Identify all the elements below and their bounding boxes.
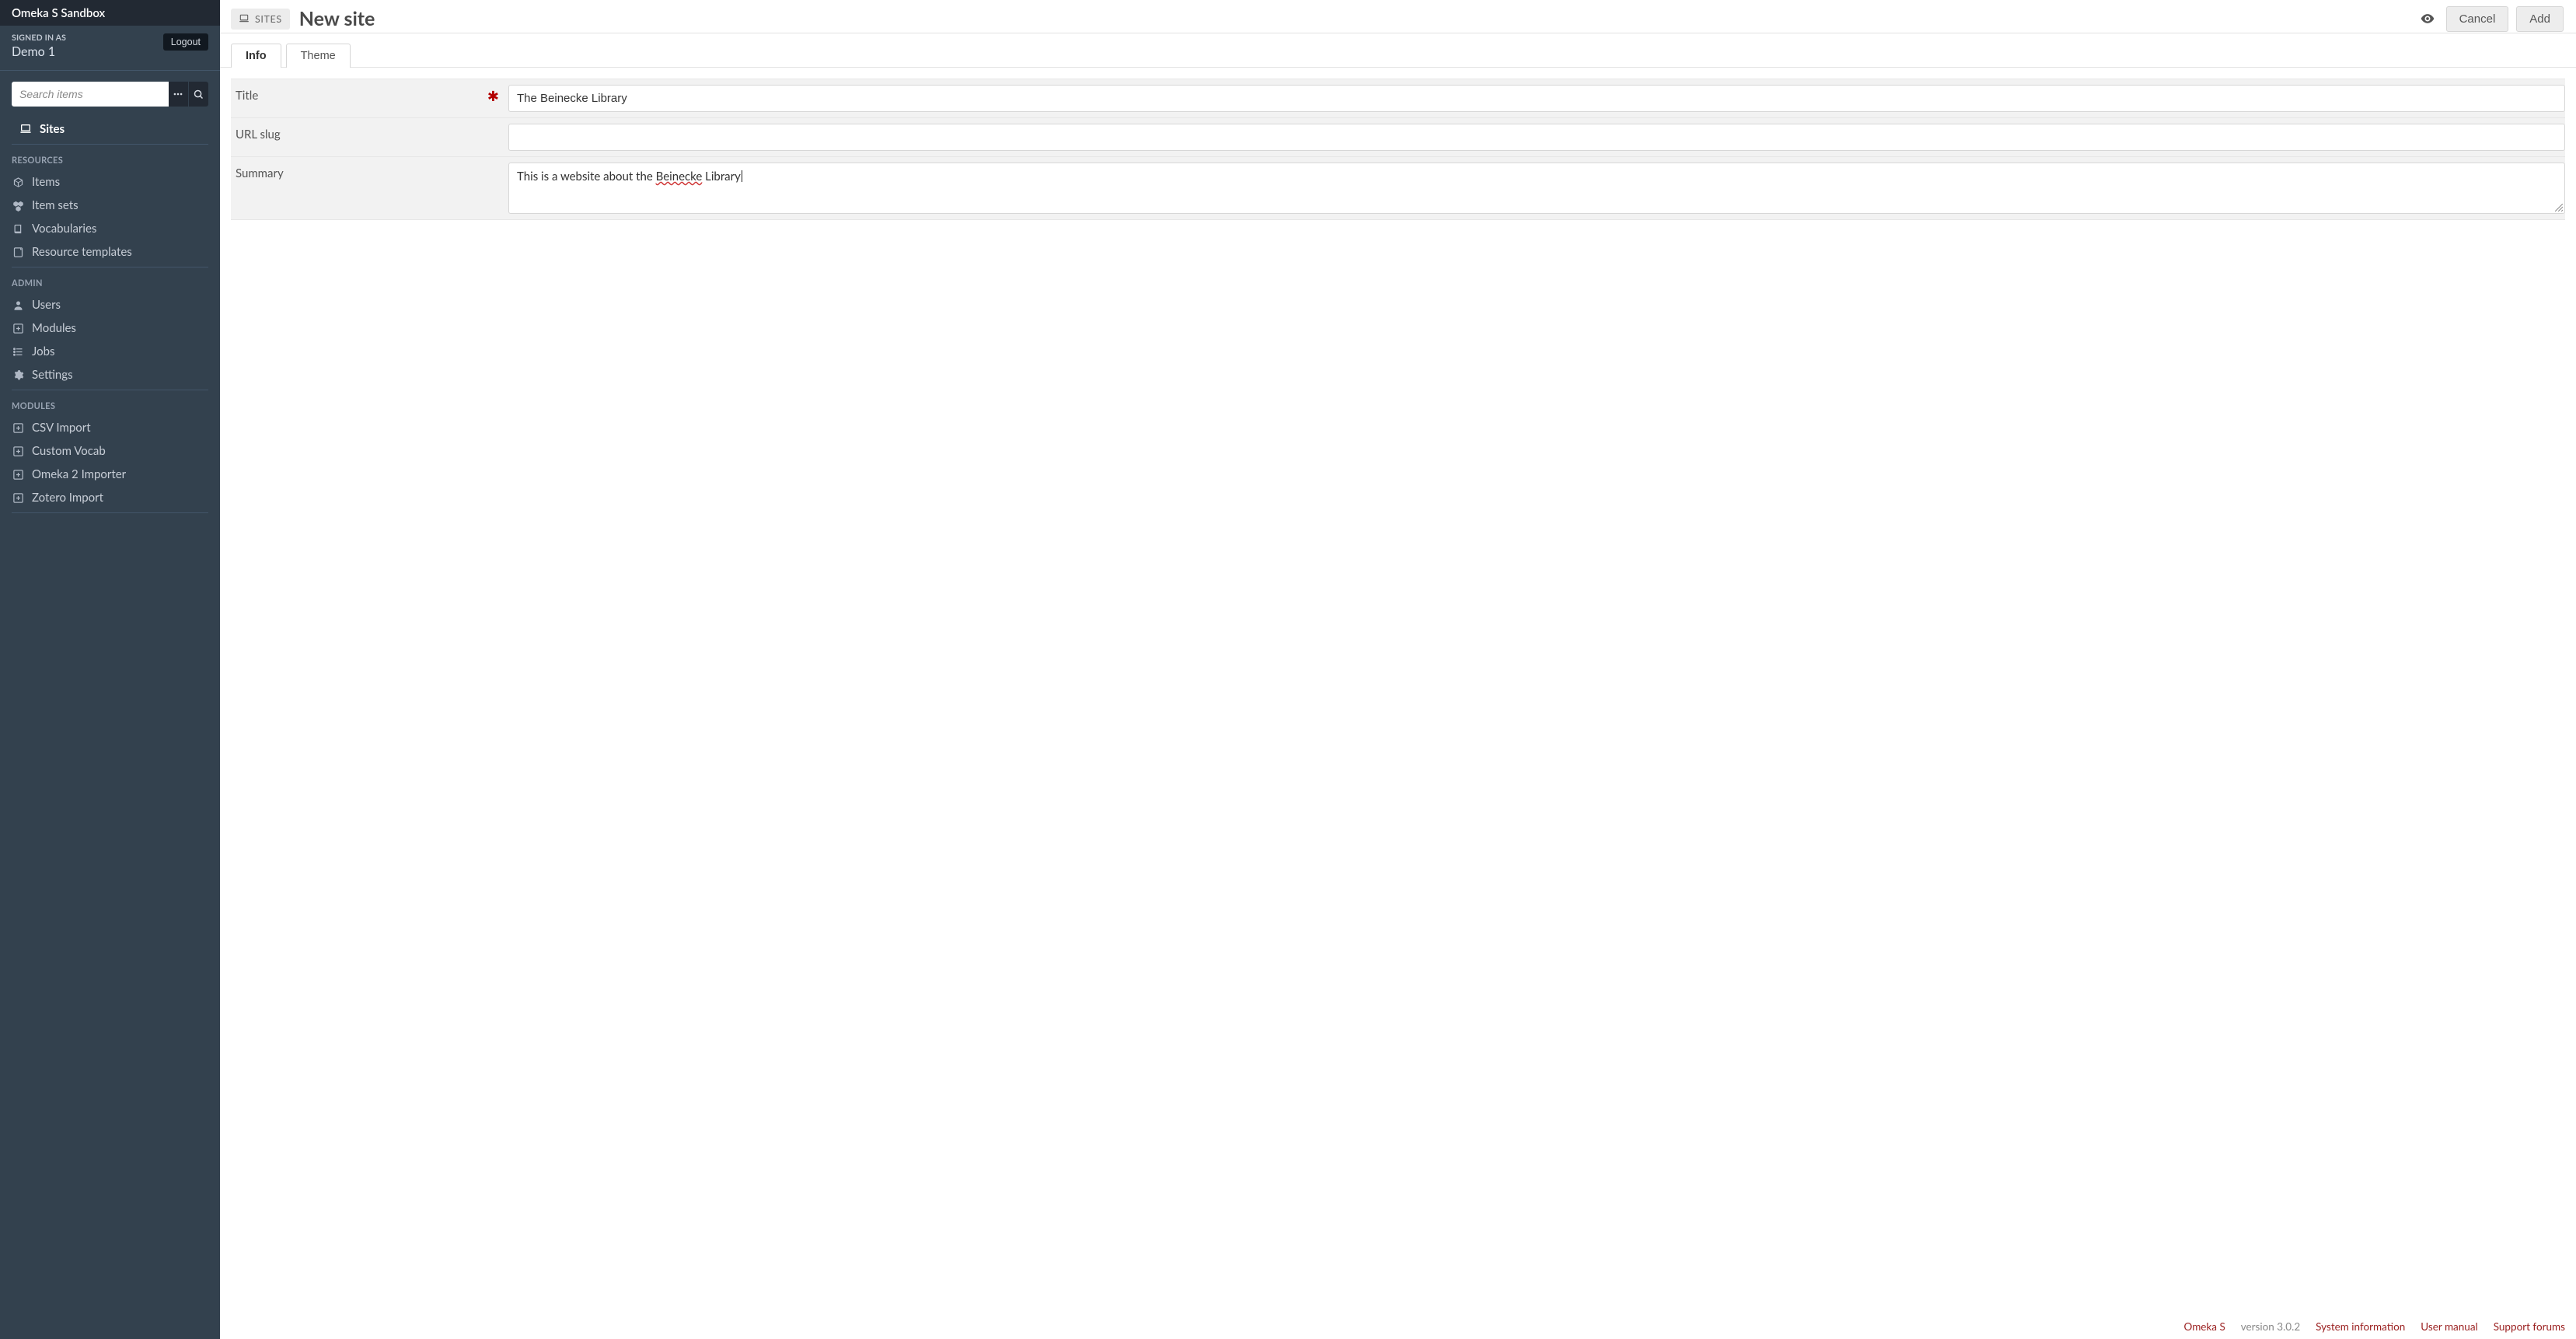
footer-link[interactable]: Support forums xyxy=(2494,1320,2565,1333)
footer-omeka-link[interactable]: Omeka S xyxy=(2184,1320,2225,1333)
footer-link[interactable]: System information xyxy=(2316,1320,2405,1333)
sidebar-item-modules[interactable]: Modules xyxy=(0,316,220,340)
sidebar-header: Omeka S Sandbox xyxy=(0,0,220,26)
plus-square-icon xyxy=(12,422,24,434)
search-row xyxy=(12,82,208,107)
sidebar-item-label: Sites xyxy=(40,122,65,136)
sidebar-item-jobs[interactable]: Jobs xyxy=(0,340,220,363)
sidebar-item-label: Jobs xyxy=(32,344,54,358)
sidebar-item-items[interactable]: Items xyxy=(0,170,220,194)
sidebar: Omeka S Sandbox SIGNED IN AS Demo 1 Logo… xyxy=(0,0,220,1339)
sidebar-item-zotero-import[interactable]: Zotero Import xyxy=(0,486,220,509)
user-block: SIGNED IN AS Demo 1 Logout xyxy=(0,26,220,71)
sidebar-item-label: CSV Import xyxy=(32,421,91,435)
page-title: New site xyxy=(299,7,375,30)
ellipsis-icon xyxy=(173,89,183,100)
cube-icon xyxy=(12,177,24,188)
sidebar-item-label: Omeka 2 Importer xyxy=(32,467,126,481)
nav-section-title: ADMIN xyxy=(0,271,220,293)
footer: Omeka S version 3.0.2 System information… xyxy=(2173,1314,2576,1339)
sidebar-item-users[interactable]: Users xyxy=(0,293,220,316)
sidebar-item-label: Item sets xyxy=(32,198,79,212)
sidebar-item-omeka2-importer[interactable]: Omeka 2 Importer xyxy=(0,463,220,486)
nav-section-title: MODULES xyxy=(0,393,220,416)
list-icon xyxy=(12,346,24,358)
plus-square-icon xyxy=(12,469,24,481)
search-options-button[interactable] xyxy=(169,82,189,107)
sidebar-item-sites[interactable]: Sites xyxy=(0,117,220,141)
sidebar-item-label: Modules xyxy=(32,321,76,335)
field-label: Title xyxy=(236,89,258,103)
sidebar-item-label: Items xyxy=(32,175,60,189)
field-label: URL slug xyxy=(236,128,281,142)
sidebar-item-label: Zotero Import xyxy=(32,491,103,505)
summary-input[interactable]: This is a website about the Beinecke Lib… xyxy=(508,163,2565,214)
eye-icon xyxy=(2420,11,2435,26)
sidebar-item-csv-import[interactable]: CSV Import xyxy=(0,416,220,439)
field-title: Title ✱ xyxy=(231,79,2565,118)
breadcrumb-label: SITES xyxy=(255,13,282,25)
cancel-button[interactable]: Cancel xyxy=(2446,6,2509,32)
sidebar-item-item-sets[interactable]: Item sets xyxy=(0,194,220,217)
laptop-icon xyxy=(239,13,250,24)
sidebar-item-label: Vocabularies xyxy=(32,222,96,236)
user-icon xyxy=(12,299,24,311)
cogs-icon xyxy=(12,369,24,381)
plus-square-icon xyxy=(12,492,24,504)
note-icon xyxy=(12,246,24,258)
add-button[interactable]: Add xyxy=(2516,6,2564,32)
field-slug: URL slug xyxy=(231,117,2565,157)
cubes-icon xyxy=(12,200,24,212)
page-header: SITES New site Cancel Add xyxy=(220,0,2576,33)
title-input[interactable] xyxy=(508,85,2565,112)
sidebar-item-custom-vocab[interactable]: Custom Vocab xyxy=(0,439,220,463)
visibility-button[interactable] xyxy=(2417,8,2438,30)
sidebar-item-label: Custom Vocab xyxy=(32,444,106,458)
tab-info[interactable]: Info xyxy=(231,44,281,68)
slug-input[interactable] xyxy=(508,124,2565,151)
required-icon: ✱ xyxy=(487,89,499,103)
book-icon xyxy=(12,223,24,235)
field-summary: Summary This is a website about the Bein… xyxy=(231,156,2565,220)
search-input[interactable] xyxy=(12,82,169,107)
footer-version: version 3.0.2 xyxy=(2241,1320,2300,1333)
tabs: InfoTheme xyxy=(220,33,2576,68)
logout-button[interactable]: Logout xyxy=(163,33,208,51)
sidebar-item-label: Resource templates xyxy=(32,245,132,259)
user-name[interactable]: Demo 1 xyxy=(12,44,66,59)
breadcrumb[interactable]: SITES xyxy=(231,9,290,30)
sidebar-item-label: Users xyxy=(32,298,61,312)
tab-theme[interactable]: Theme xyxy=(286,44,351,68)
search-icon xyxy=(193,89,204,100)
brand[interactable]: Omeka S Sandbox xyxy=(12,6,105,20)
sidebar-item-label: Settings xyxy=(32,368,73,382)
sidebar-item-vocabularies[interactable]: Vocabularies xyxy=(0,217,220,240)
main: SITES New site Cancel Add InfoTheme Titl… xyxy=(220,0,2576,1339)
resize-handle-icon[interactable] xyxy=(2555,204,2563,212)
signed-in-label: SIGNED IN AS xyxy=(12,33,66,43)
nav-section-title: RESOURCES xyxy=(0,148,220,170)
plus-square-icon xyxy=(12,323,24,334)
sidebar-item-settings[interactable]: Settings xyxy=(0,363,220,386)
field-label: Summary xyxy=(236,166,284,180)
form: Title ✱ URL slug Summary This is a websi xyxy=(220,68,2576,231)
search-submit-button[interactable] xyxy=(189,82,208,107)
sidebar-item-resource-templates[interactable]: Resource templates xyxy=(0,240,220,264)
laptop-icon xyxy=(19,123,32,135)
footer-link[interactable]: User manual xyxy=(2421,1320,2477,1333)
plus-square-icon xyxy=(12,446,24,457)
